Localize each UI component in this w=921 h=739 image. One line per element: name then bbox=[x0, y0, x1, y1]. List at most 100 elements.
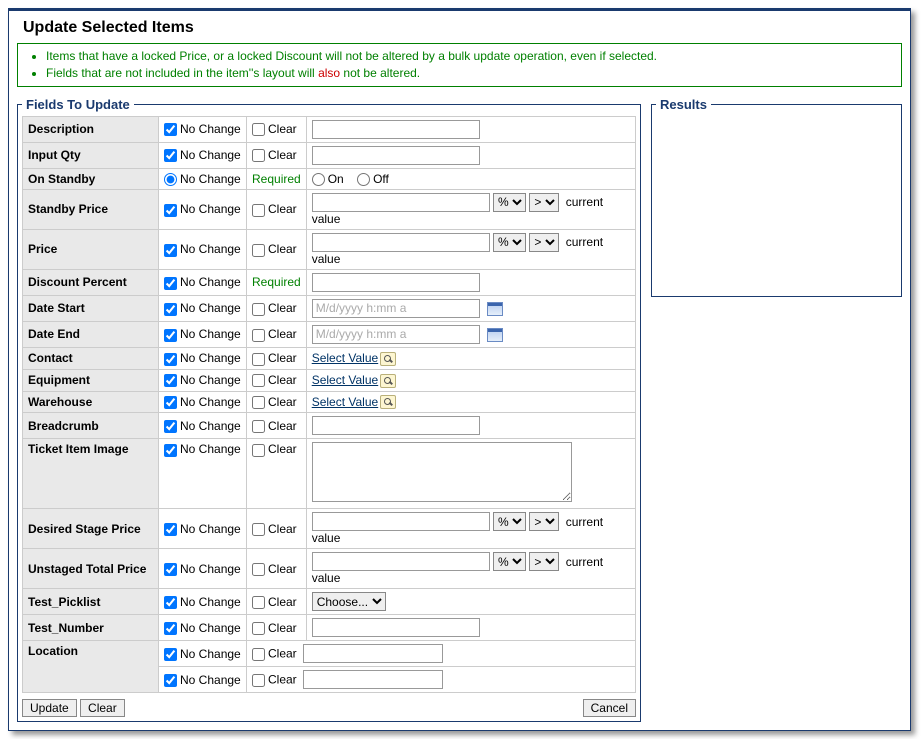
clear-desired-stage-price[interactable] bbox=[252, 523, 265, 536]
clear-breadcrumb[interactable] bbox=[252, 420, 265, 433]
nochange-date-end[interactable] bbox=[164, 329, 177, 342]
notice-line-1: Items that have a locked Price, or a loc… bbox=[46, 48, 895, 65]
input-description[interactable] bbox=[312, 120, 480, 139]
label-warehouse: Warehouse bbox=[23, 391, 159, 413]
radio-off[interactable] bbox=[357, 173, 370, 186]
clear-button[interactable]: Clear bbox=[80, 699, 125, 717]
nochange-standby-price[interactable] bbox=[164, 204, 177, 217]
label-date-end: Date End bbox=[23, 321, 159, 347]
clear-test-picklist[interactable] bbox=[252, 596, 265, 609]
row-date-start: Date Start No Change Clear bbox=[23, 295, 636, 321]
row-discount-percent: Discount Percent No Change Required bbox=[23, 269, 636, 295]
select-test-picklist[interactable]: Choose... bbox=[312, 592, 386, 611]
clear-ticket-item-image[interactable] bbox=[252, 444, 265, 457]
clear-date-end[interactable] bbox=[252, 329, 265, 342]
clear-location-1[interactable] bbox=[252, 648, 265, 661]
lookup-icon[interactable] bbox=[380, 374, 396, 388]
unit-price[interactable]: % bbox=[493, 233, 526, 252]
label-ticket-item-image: Ticket Item Image bbox=[23, 439, 159, 509]
clear-description[interactable] bbox=[252, 123, 265, 136]
nochange-desired-stage-price[interactable] bbox=[164, 523, 177, 536]
input-location-2[interactable] bbox=[303, 670, 443, 689]
row-standby-price: Standby Price No Change Clear % > curren… bbox=[23, 189, 636, 229]
nochange-contact[interactable] bbox=[164, 353, 177, 366]
input-desired-stage-price[interactable] bbox=[312, 512, 490, 531]
op-price[interactable]: > bbox=[529, 233, 559, 252]
input-test-number[interactable] bbox=[312, 618, 480, 637]
clear-location-2[interactable] bbox=[252, 674, 265, 687]
label-discount-percent: Discount Percent bbox=[23, 269, 159, 295]
calendar-icon[interactable] bbox=[487, 302, 503, 316]
required-on-standby: Required bbox=[247, 168, 307, 189]
fields-table: Description No Change Clear Input Qty No… bbox=[22, 116, 636, 694]
input-ticket-item-image[interactable] bbox=[312, 442, 572, 502]
label-description: Description bbox=[23, 116, 159, 142]
cancel-button[interactable]: Cancel bbox=[583, 699, 636, 717]
lookup-icon[interactable] bbox=[380, 395, 396, 409]
nochange-equipment[interactable] bbox=[164, 374, 177, 387]
calendar-icon[interactable] bbox=[487, 328, 503, 342]
nochange-location-1[interactable] bbox=[164, 648, 177, 661]
clear-test-number[interactable] bbox=[252, 622, 265, 635]
row-ticket-item-image: Ticket Item Image No Change Clear bbox=[23, 439, 636, 509]
op-unstaged-total-price[interactable]: > bbox=[529, 552, 559, 571]
radio-on[interactable] bbox=[312, 173, 325, 186]
input-breadcrumb[interactable] bbox=[312, 416, 480, 435]
clear-contact[interactable] bbox=[252, 353, 265, 366]
clear-input-qty[interactable] bbox=[252, 149, 265, 162]
op-standby-price[interactable]: > bbox=[529, 193, 559, 212]
nochange-warehouse[interactable] bbox=[164, 396, 177, 409]
clear-date-start[interactable] bbox=[252, 303, 265, 316]
input-date-start[interactable] bbox=[312, 299, 480, 318]
row-unstaged-total-price: Unstaged Total Price No Change Clear % >… bbox=[23, 549, 636, 589]
input-discount-percent[interactable] bbox=[312, 273, 480, 292]
label-on-standby: On Standby bbox=[23, 168, 159, 189]
unit-desired-stage-price[interactable]: % bbox=[493, 512, 526, 531]
unit-standby-price[interactable]: % bbox=[493, 193, 526, 212]
clear-unstaged-total-price[interactable] bbox=[252, 563, 265, 576]
label-equipment: Equipment bbox=[23, 369, 159, 391]
nochange-description[interactable] bbox=[164, 123, 177, 136]
input-price[interactable] bbox=[312, 233, 490, 252]
select-value-equipment[interactable]: Select Value bbox=[312, 373, 379, 387]
row-desired-stage-price: Desired Stage Price No Change Clear % > … bbox=[23, 509, 636, 549]
clear-equipment[interactable] bbox=[252, 374, 265, 387]
input-standby-price[interactable] bbox=[312, 193, 490, 212]
input-date-end[interactable] bbox=[312, 325, 480, 344]
op-desired-stage-price[interactable]: > bbox=[529, 512, 559, 531]
nochange-ticket-item-image[interactable] bbox=[164, 444, 177, 457]
results-fieldset: Results bbox=[651, 97, 902, 297]
unit-unstaged-total-price[interactable]: % bbox=[493, 552, 526, 571]
row-date-end: Date End No Change Clear bbox=[23, 321, 636, 347]
nochange-unstaged-total-price[interactable] bbox=[164, 563, 177, 576]
update-button[interactable]: Update bbox=[22, 699, 77, 717]
nochange-input-qty[interactable] bbox=[164, 149, 177, 162]
nochange-discount-percent[interactable] bbox=[164, 277, 177, 290]
fields-to-update-fieldset: Fields To Update Description No Change C… bbox=[17, 97, 641, 723]
clear-price[interactable] bbox=[252, 244, 265, 257]
clear-standby-price[interactable] bbox=[252, 204, 265, 217]
row-price: Price No Change Clear % > current value bbox=[23, 229, 636, 269]
notice-line-2: Fields that are not included in the item… bbox=[46, 65, 895, 82]
nochange-test-number[interactable] bbox=[164, 622, 177, 635]
page-title: Update Selected Items bbox=[23, 19, 902, 37]
label-price: Price bbox=[23, 229, 159, 269]
nochange-test-picklist[interactable] bbox=[164, 596, 177, 609]
lookup-icon[interactable] bbox=[380, 352, 396, 366]
select-value-warehouse[interactable]: Select Value bbox=[312, 395, 379, 409]
clear-warehouse[interactable] bbox=[252, 396, 265, 409]
select-value-contact[interactable]: Select Value bbox=[312, 351, 379, 365]
nochange-on-standby[interactable] bbox=[164, 173, 177, 186]
nochange-location-2[interactable] bbox=[164, 674, 177, 687]
input-location-1[interactable] bbox=[303, 644, 443, 663]
update-panel: Update Selected Items Items that have a … bbox=[8, 8, 911, 731]
nochange-price[interactable] bbox=[164, 244, 177, 257]
nochange-breadcrumb[interactable] bbox=[164, 420, 177, 433]
nochange-date-start[interactable] bbox=[164, 303, 177, 316]
input-unstaged-total-price[interactable] bbox=[312, 552, 490, 571]
label-input-qty: Input Qty bbox=[23, 142, 159, 168]
input-input-qty[interactable] bbox=[312, 146, 480, 165]
row-location-1: Location No Change Clear bbox=[23, 641, 636, 667]
notice-box: Items that have a locked Price, or a loc… bbox=[17, 43, 902, 87]
row-input-qty: Input Qty No Change Clear bbox=[23, 142, 636, 168]
